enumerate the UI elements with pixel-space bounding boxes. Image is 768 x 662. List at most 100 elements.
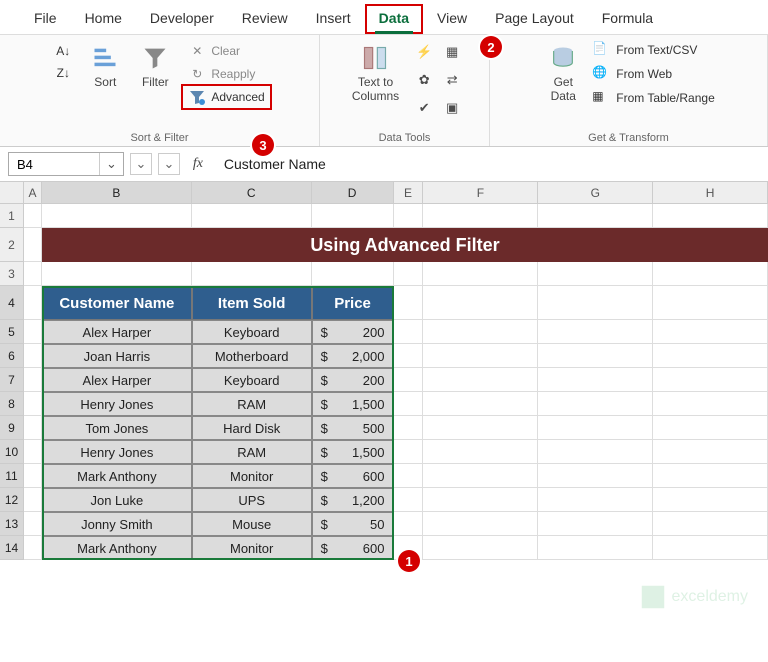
remove-duplicates-icon[interactable]: ✿ — [413, 69, 435, 91]
col-D[interactable]: D — [312, 182, 394, 204]
header-price[interactable]: Price — [312, 286, 394, 320]
table-row-price[interactable]: $2,000 — [312, 344, 394, 368]
reapply-button[interactable]: ↻Reapply — [184, 64, 268, 84]
table-row-item[interactable]: Mouse — [192, 512, 312, 536]
row-10[interactable]: 10 — [0, 440, 24, 464]
from-table-range-button[interactable]: ▦From Table/Range — [592, 89, 715, 107]
row-2[interactable]: 2 — [0, 228, 24, 262]
table-row-item[interactable]: Keyboard — [192, 320, 312, 344]
advanced-icon — [188, 88, 206, 106]
tab-view[interactable]: View — [423, 4, 481, 34]
tab-formula[interactable]: Formula — [588, 4, 667, 34]
tab-page-layout[interactable]: Page Layout — [481, 4, 588, 34]
col-A[interactable]: A — [24, 182, 42, 204]
fx-icon[interactable]: fx — [186, 156, 210, 172]
row-3[interactable]: 3 — [0, 262, 24, 286]
col-F[interactable]: F — [423, 182, 538, 204]
table-row-name[interactable]: Tom Jones — [42, 416, 192, 440]
table-row-price[interactable]: $1,200 — [312, 488, 394, 512]
row-9[interactable]: 9 — [0, 416, 24, 440]
table-row-name[interactable]: Jonny Smith — [42, 512, 192, 536]
row-8[interactable]: 8 — [0, 392, 24, 416]
tab-review[interactable]: Review — [228, 4, 302, 34]
table-row-price[interactable]: $1,500 — [312, 392, 394, 416]
table-row-name[interactable]: Jon Luke — [42, 488, 192, 512]
sort-icon — [90, 43, 120, 73]
row-11[interactable]: 11 — [0, 464, 24, 488]
enter-entry-button[interactable]: ⌄ — [158, 153, 180, 175]
table-row-item[interactable]: RAM — [192, 392, 312, 416]
data-validation-icon[interactable]: ✔ — [413, 97, 435, 119]
tab-data[interactable]: Data — [365, 4, 423, 34]
flash-fill-icon[interactable]: ⚡ — [413, 41, 435, 63]
table-row-name[interactable]: Mark Anthony — [42, 464, 192, 488]
name-box-input[interactable] — [9, 157, 99, 172]
tab-insert[interactable]: Insert — [302, 4, 365, 34]
table-row-item[interactable]: Monitor — [192, 536, 312, 560]
table-row-name[interactable]: Henry Jones — [42, 440, 192, 464]
col-G[interactable]: G — [538, 182, 653, 204]
tab-file[interactable]: File — [20, 4, 71, 34]
table-row-price[interactable]: $1,500 — [312, 440, 394, 464]
formula-bar: ⌄ ⌄ ⌄ fx Customer Name — [0, 147, 768, 182]
filter-icon — [140, 43, 170, 73]
table-row-price[interactable]: $200 — [312, 368, 394, 392]
relationships-icon[interactable]: ⇄ — [441, 69, 463, 91]
table-row-price[interactable]: $500 — [312, 416, 394, 440]
formula-content[interactable]: Customer Name — [216, 156, 760, 172]
col-E[interactable]: E — [394, 182, 424, 204]
table-row-name[interactable]: Alex Harper — [42, 368, 192, 392]
table-row-item[interactable]: Motherboard — [192, 344, 312, 368]
ribbon: A↓ Z↓ Sort Filter ✕Clear ↻Reapply Advanc… — [0, 35, 768, 147]
table-row-name[interactable]: Henry Jones — [42, 392, 192, 416]
annotation-1: 1 — [398, 550, 420, 572]
get-data-button[interactable]: Get Data — [542, 41, 584, 105]
from-text-csv-button[interactable]: 📄From Text/CSV — [592, 41, 715, 59]
col-B[interactable]: B — [42, 182, 192, 204]
row-6[interactable]: 6 — [0, 344, 24, 368]
header-customer-name[interactable]: Customer Name — [42, 286, 192, 320]
table-row-item[interactable]: RAM — [192, 440, 312, 464]
select-all-corner[interactable] — [0, 182, 24, 204]
table-row-item[interactable]: UPS — [192, 488, 312, 512]
row-4[interactable]: 4 — [0, 286, 24, 320]
sort-asc-button[interactable]: A↓ — [50, 41, 76, 61]
tab-home[interactable]: Home — [71, 4, 136, 34]
header-item-sold[interactable]: Item Sold — [192, 286, 312, 320]
col-C[interactable]: C — [192, 182, 312, 204]
name-box[interactable]: ⌄ — [8, 152, 124, 176]
row-14[interactable]: 14 — [0, 536, 24, 560]
table-row-name[interactable]: Mark Anthony — [42, 536, 192, 560]
consolidate-icon[interactable]: ▦ — [441, 41, 463, 63]
sort-desc-button[interactable]: Z↓ — [50, 63, 76, 83]
table-icon: ▦ — [592, 89, 610, 107]
table-row-item[interactable]: Keyboard — [192, 368, 312, 392]
clear-icon: ✕ — [188, 42, 206, 60]
table-row-item[interactable]: Hard Disk — [192, 416, 312, 440]
sort-button[interactable]: Sort — [84, 41, 126, 91]
table-row-name[interactable]: Alex Harper — [42, 320, 192, 344]
filter-button[interactable]: Filter — [134, 41, 176, 91]
manage-model-icon[interactable]: ▣ — [441, 97, 463, 119]
advanced-filter-button[interactable]: Advanced — [184, 87, 268, 107]
name-box-caret[interactable]: ⌄ — [99, 153, 123, 175]
row-12[interactable]: 12 — [0, 488, 24, 512]
text-to-columns-button[interactable]: Text to Columns — [346, 41, 405, 105]
table-row-price[interactable]: $200 — [312, 320, 394, 344]
row-5[interactable]: 5 — [0, 320, 24, 344]
table-row-name[interactable]: Joan Harris — [42, 344, 192, 368]
clear-filter-button[interactable]: ✕Clear — [184, 41, 268, 61]
table-row-price[interactable]: $50 — [312, 512, 394, 536]
table-row-item[interactable]: Monitor — [192, 464, 312, 488]
cancel-entry-button[interactable]: ⌄ — [130, 153, 152, 175]
table-row-price[interactable]: $600 — [312, 536, 394, 560]
annotation-2: 2 — [480, 36, 502, 58]
row-13[interactable]: 13 — [0, 512, 24, 536]
tab-developer[interactable]: Developer — [136, 4, 228, 34]
table-row-price[interactable]: $600 — [312, 464, 394, 488]
row-1[interactable]: 1 — [0, 204, 24, 228]
from-web-button[interactable]: 🌐From Web — [592, 65, 715, 83]
col-H[interactable]: H — [653, 182, 768, 204]
row-7[interactable]: 7 — [0, 368, 24, 392]
group-label-get-transform: Get & Transform — [588, 130, 669, 144]
